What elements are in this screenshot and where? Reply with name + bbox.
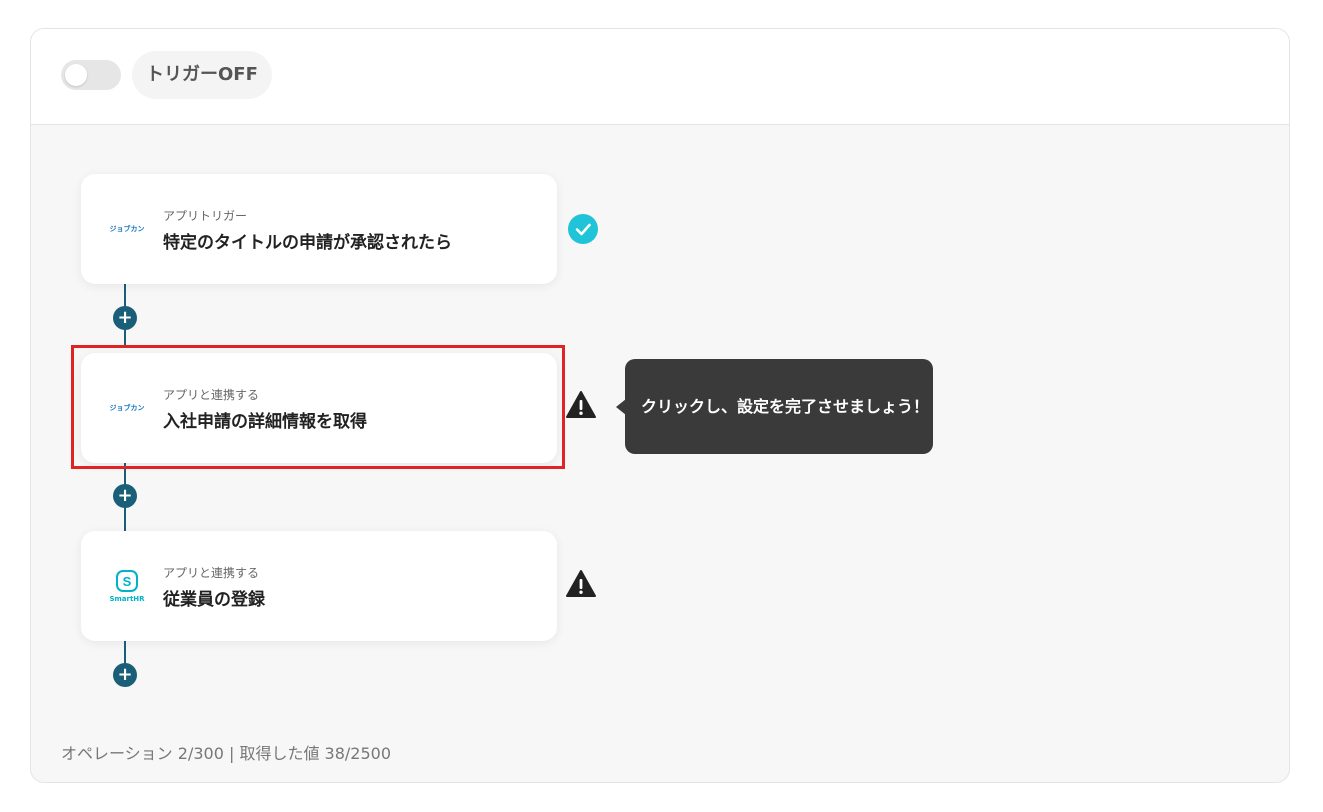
step-title: 従業員の登録 (163, 590, 265, 610)
smarthr-icon: S (115, 570, 138, 592)
warning-icon (566, 391, 596, 418)
jobcan-logo: ジョブカン (109, 225, 145, 233)
check-circle-icon (568, 214, 598, 244)
svg-text:S: S (123, 574, 132, 589)
toggle-knob (65, 64, 87, 86)
step-subtitle: アプリと連携する (163, 388, 260, 402)
warning-icon (566, 570, 596, 597)
trigger-toggle[interactable] (61, 60, 121, 90)
add-step-button[interactable]: + (113, 484, 137, 508)
flow-step-card[interactable]: ジョブカン アプリと連携する 入社申請の詳細情報を取得 (81, 353, 557, 463)
jobcan-logo: ジョブカン (109, 404, 145, 412)
flow-header: トリガーOFF (31, 29, 1289, 125)
add-step-button[interactable]: + (113, 663, 137, 687)
trigger-status-label: トリガーOFF (132, 51, 272, 99)
step-title: 入社申請の詳細情報を取得 (163, 412, 367, 432)
smarthr-logo-text: SmartHR (109, 595, 145, 603)
step-subtitle: アプリトリガー (163, 209, 248, 223)
step-subtitle: アプリと連携する (163, 566, 260, 580)
usage-stats: オペレーション 2/300 | 取得した値 38/2500 (61, 744, 391, 763)
smarthr-logo: S SmartHR (103, 531, 151, 641)
flow-step-card[interactable]: ジョブカン アプリトリガー 特定のタイトルの申請が承認されたら (81, 174, 557, 284)
add-step-button[interactable]: + (113, 306, 137, 330)
flow-step-card[interactable]: S SmartHR アプリと連携する 従業員の登録 (81, 531, 557, 641)
step-title: 特定のタイトルの申請が承認されたら (163, 233, 452, 253)
setup-tooltip: クリックし、設定を完了させましょう！ (625, 359, 933, 454)
